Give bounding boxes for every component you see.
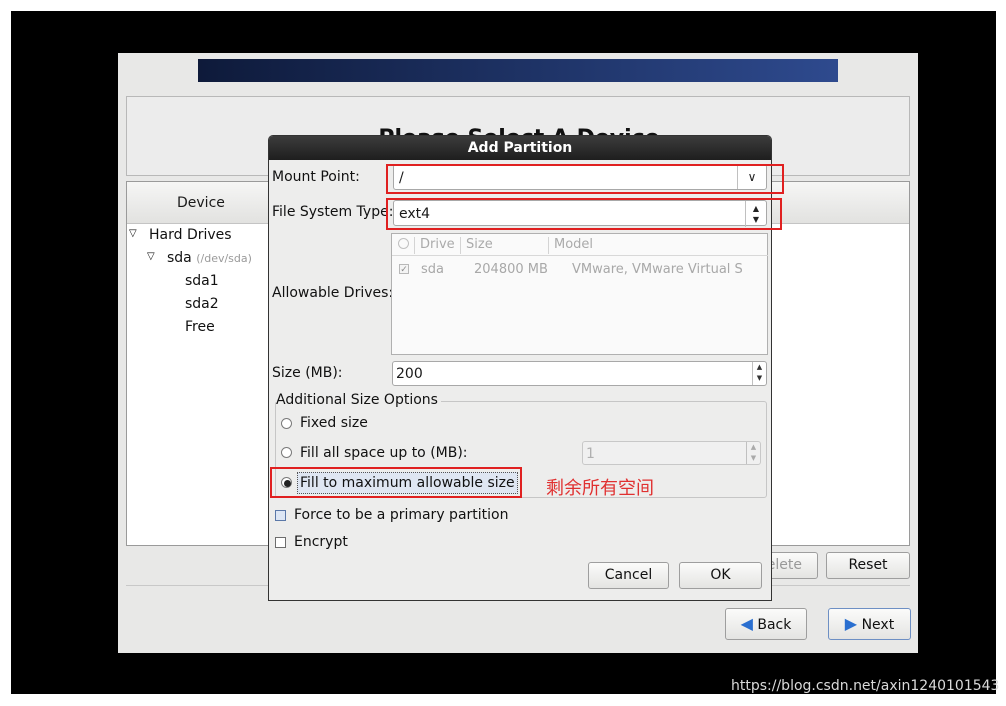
- fs-type-label: File System Type:: [272, 204, 394, 220]
- drive-checkbox[interactable]: ✓: [399, 264, 409, 275]
- header-banner: [198, 59, 838, 82]
- tree-item-free[interactable]: Free: [185, 319, 215, 335]
- tree-item-hard-drives[interactable]: Hard Drives: [149, 227, 232, 243]
- select-column-icon: [398, 238, 409, 249]
- spin-arrows-icon[interactable]: ▲ ▼: [752, 362, 766, 385]
- reset-button[interactable]: Reset: [826, 552, 910, 579]
- primary-partition-label[interactable]: Force to be a primary partition: [294, 507, 508, 523]
- disk-path: (/dev/sda): [196, 252, 252, 265]
- size-options-legend: Additional Size Options: [276, 392, 441, 408]
- size-label: Size (MB):: [272, 365, 343, 381]
- annotation-note: 剩余所有空间: [546, 478, 654, 499]
- tree-item-sda1[interactable]: sda1: [185, 273, 219, 289]
- encrypt-label[interactable]: Encrypt: [294, 534, 348, 550]
- watermark: https://blog.csdn.net/axin1240101543: [731, 678, 1000, 694]
- spin-arrows-icon[interactable]: ▲ ▼: [746, 442, 760, 464]
- fixed-size-label[interactable]: Fixed size: [300, 415, 368, 431]
- drives-header: Drive Size Model: [392, 234, 768, 256]
- drive-name: sda: [421, 262, 444, 277]
- allowable-drives-list[interactable]: Drive Size Model ✓ sda 204800 MB VMware,…: [391, 233, 768, 355]
- fill-upto-label[interactable]: Fill all space up to (MB):: [300, 445, 468, 461]
- col-size[interactable]: Size: [460, 237, 493, 254]
- tree-item-sda2[interactable]: sda2: [185, 296, 219, 312]
- next-button[interactable]: ▶ Next: [828, 608, 911, 640]
- size-spinbox[interactable]: 200 ▲ ▼: [392, 361, 767, 386]
- expander-icon[interactable]: ▽: [129, 228, 144, 239]
- expander-icon[interactable]: ▽: [147, 251, 155, 262]
- mount-point-label: Mount Point:: [272, 169, 360, 185]
- fill-upto-spinbox[interactable]: 1 ▲ ▼: [582, 441, 761, 465]
- drive-size: 204800 MB: [474, 262, 548, 277]
- cancel-button[interactable]: Cancel: [588, 562, 669, 589]
- back-button[interactable]: ◀ Back: [725, 608, 807, 640]
- primary-partition-checkbox[interactable]: [275, 510, 286, 521]
- disk-name: sda: [167, 250, 192, 266]
- col-drive[interactable]: Drive: [414, 237, 455, 254]
- allowable-drives-label: Allowable Drives:: [272, 285, 394, 301]
- fixed-size-radio[interactable]: [281, 418, 292, 429]
- highlight-fill-max: [270, 467, 522, 498]
- col-model[interactable]: Model: [548, 237, 593, 254]
- column-header-device[interactable]: Device: [177, 195, 225, 211]
- fill-upto-radio[interactable]: [281, 447, 292, 458]
- arrow-left-icon: ◀: [740, 614, 753, 633]
- back-button-label: Back: [757, 617, 792, 633]
- encrypt-checkbox[interactable]: [275, 537, 286, 548]
- ok-button[interactable]: OK: [679, 562, 762, 589]
- highlight-mount-point: [386, 164, 784, 194]
- tree-item-sda[interactable]: sda (/dev/sda): [167, 250, 252, 266]
- highlight-fs-type: [386, 198, 782, 230]
- next-button-label: Next: [861, 617, 895, 633]
- arrow-right-icon: ▶: [844, 614, 858, 633]
- size-value: 200: [396, 366, 423, 382]
- dialog-title: Add Partition: [269, 136, 771, 160]
- drive-model: VMware, VMware Virtual S: [572, 262, 743, 277]
- fill-upto-value: 1: [586, 446, 595, 462]
